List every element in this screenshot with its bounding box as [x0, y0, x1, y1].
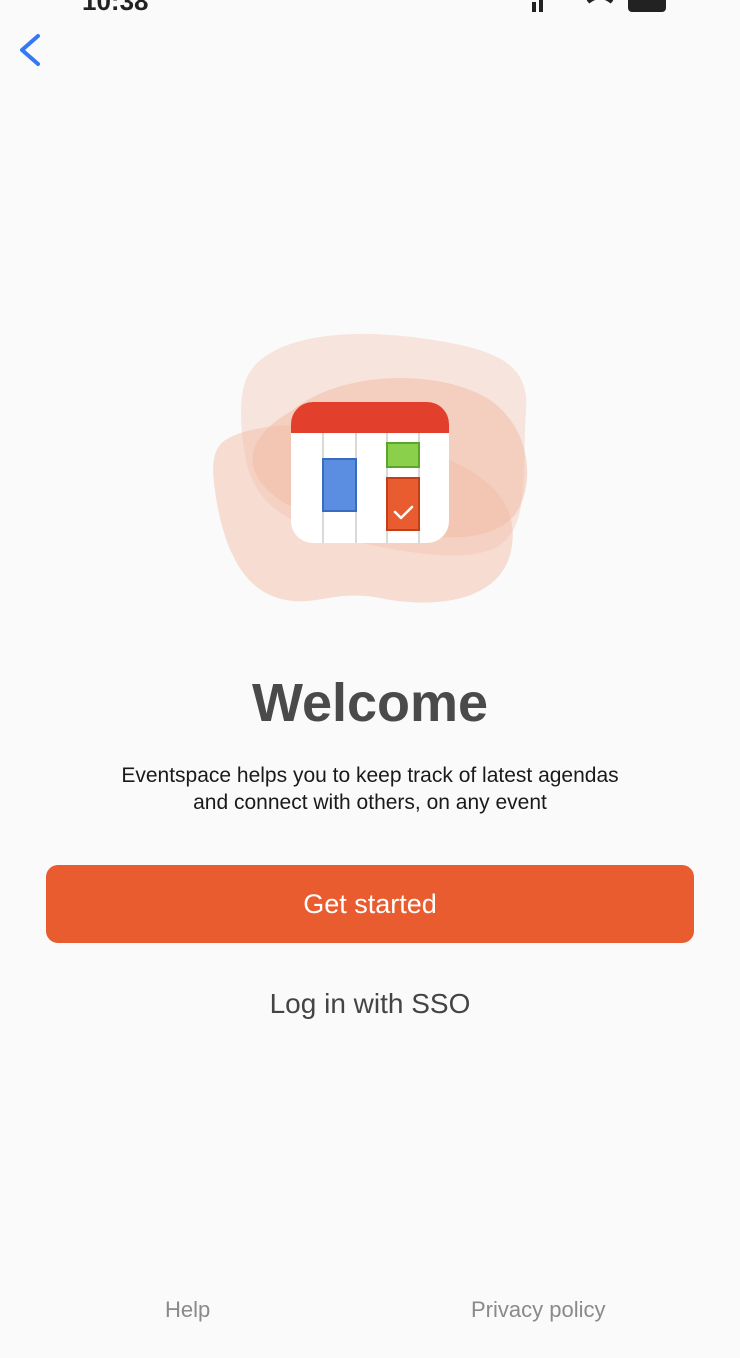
- page-title: Welcome: [251, 673, 489, 733]
- battery-icon: [628, 0, 666, 12]
- chevron-left-icon: [20, 34, 40, 66]
- help-link[interactable]: Help: [165, 1297, 210, 1323]
- sso-login-link[interactable]: Log in with SSO: [0, 988, 740, 1020]
- status-bar: 10:38: [0, 0, 740, 14]
- event-block-green: [386, 442, 420, 468]
- privacy-policy-link[interactable]: Privacy policy: [471, 1297, 605, 1323]
- status-indicators: [532, 0, 666, 12]
- calendar-icon: [291, 402, 449, 543]
- event-block-orange: [386, 477, 420, 531]
- status-time: 10:38: [82, 0, 149, 14]
- hero-illustration: [213, 333, 528, 603]
- welcome-description-line-1: Eventspace helps you to keep track of la…: [121, 764, 619, 787]
- wifi-icon: [586, 0, 614, 4]
- get-started-button[interactable]: Get started: [46, 865, 694, 943]
- back-button[interactable]: [12, 28, 52, 72]
- event-block-blue: [322, 458, 357, 512]
- welcome-description-line-2: and connect with others, on any event: [193, 791, 547, 814]
- welcome-description: Eventspace helps you to keep track of la…: [50, 762, 690, 816]
- signal-icon: [532, 0, 543, 12]
